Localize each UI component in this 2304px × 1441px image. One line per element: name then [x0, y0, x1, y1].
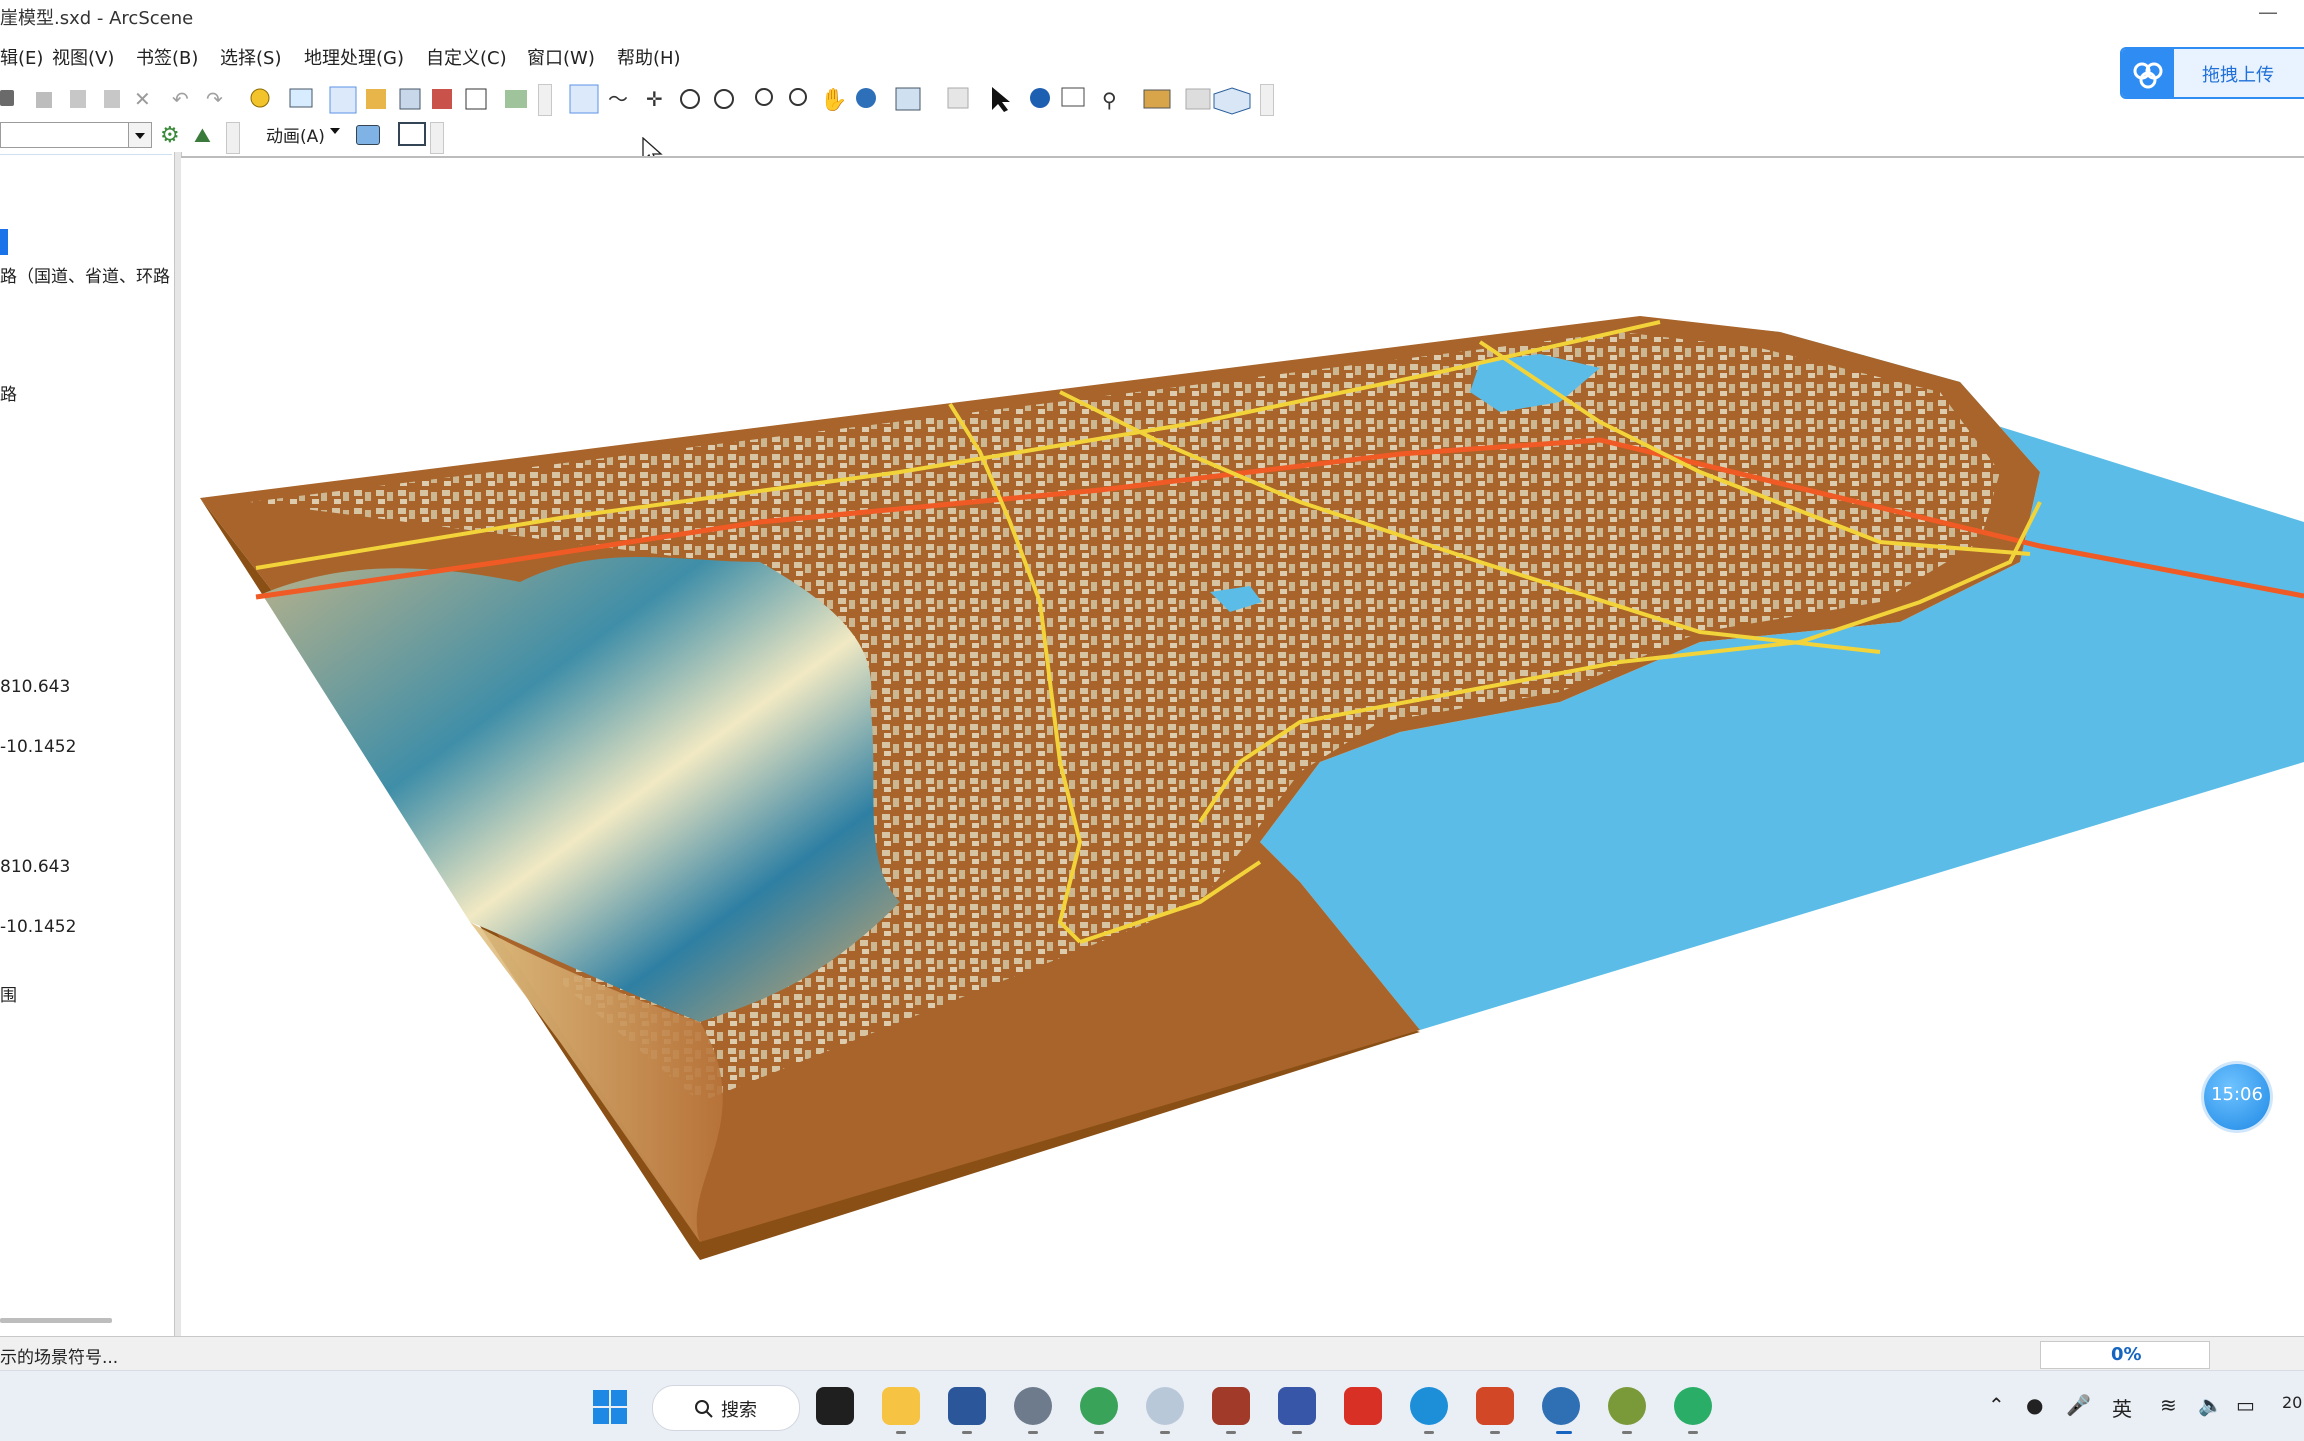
scene-3d-map[interactable]	[181, 158, 2304, 1338]
search-label: 搜索	[721, 1400, 757, 1421]
timer-text: 15:06	[2211, 1084, 2263, 1105]
globe-app-icon[interactable]	[1080, 1387, 1118, 1425]
running-indicator	[1424, 1431, 1434, 1434]
toc-horizontal-scrollbar[interactable]	[0, 1318, 112, 1323]
layer-road[interactable]: 路	[0, 380, 17, 405]
taskbar: 搜索 ⌃ ● 🎤 英 ≋ 🔈 ▭ 20	[0, 1370, 2304, 1441]
menu-customize[interactable]: 自定义(C)	[426, 44, 507, 70]
file-explorer-icon[interactable]	[882, 1387, 920, 1425]
wifi-icon[interactable]: ≋	[2160, 1393, 2177, 1417]
progress-indicator: 0%	[2040, 1341, 2210, 1369]
scene-view[interactable]	[181, 156, 2304, 1338]
chevron-up-icon[interactable]: ⌃	[1988, 1393, 2005, 1417]
wechat-icon[interactable]	[1674, 1387, 1712, 1425]
mountain-terrain	[262, 557, 900, 1022]
windows-start-icon[interactable]	[592, 1389, 628, 1425]
svg-text:✕: ✕	[134, 87, 151, 111]
table-of-contents-button[interactable]	[330, 85, 356, 111]
toolbar-overflow-icon[interactable]	[226, 122, 240, 154]
menu-selection[interactable]: 选择(S)	[220, 44, 281, 70]
menu-edit[interactable]: 辑(E)	[0, 44, 43, 70]
running-indicator	[1094, 1431, 1104, 1434]
search-icon	[695, 1400, 713, 1418]
running-indicator	[1226, 1431, 1236, 1434]
drag-upload-label: 拖拽上传	[2202, 65, 2274, 86]
status-message: 示的场景符号...	[0, 1348, 119, 1368]
status-bar: 示的场景符号... 0%	[0, 1336, 2304, 1371]
timer-bubble[interactable]: 15:06	[2204, 1064, 2270, 1130]
window-title: 崖模型.sxd - ArcScene	[0, 8, 194, 29]
app-icon[interactable]	[1278, 1387, 1316, 1425]
svg-text:⛰: ⛰	[194, 123, 211, 147]
cloud-logo-icon	[2122, 49, 2174, 97]
running-indicator	[1490, 1431, 1500, 1434]
menu-window[interactable]: 窗口(W)	[527, 44, 595, 70]
task-view-icon[interactable]	[816, 1387, 854, 1425]
pdf-icon[interactable]	[1344, 1387, 1382, 1425]
powerpoint-icon[interactable]	[1476, 1387, 1514, 1425]
legend-high-value: 810.643	[0, 677, 71, 697]
running-indicator	[896, 1431, 906, 1434]
animation-chevron-down-icon[interactable]	[330, 128, 340, 134]
clock-date[interactable]: 20	[2282, 1393, 2302, 1412]
svg-text:⚲: ⚲	[1102, 88, 1117, 112]
winrar-icon[interactable]	[1212, 1387, 1250, 1425]
viewer-window-icon[interactable]	[398, 122, 426, 146]
arcscene-icon[interactable]	[1542, 1387, 1580, 1425]
progress-percent: 0%	[2111, 1344, 2142, 1365]
battery-icon[interactable]: ▭	[2236, 1393, 2255, 1417]
layer-roads[interactable]: 路（国道、省道、环路	[0, 262, 170, 287]
drag-upload-button[interactable]: 拖拽上传	[2120, 47, 2304, 99]
app-icon[interactable]	[1146, 1387, 1184, 1425]
word-icon[interactable]	[948, 1387, 986, 1425]
legend-high-value: 810.643	[0, 857, 71, 877]
toolbar-overflow-icon[interactable]	[430, 122, 444, 154]
menu-view[interactable]: 视图(V)	[52, 44, 114, 70]
identify-button[interactable]	[1035, 83, 1061, 109]
menu-bar: 辑(E) 视图(V) 书签(B) 选择(S) 地理处理(G) 自定义(C) 窗口…	[0, 38, 2304, 72]
qq-icon[interactable]: ●	[2026, 1393, 2043, 1417]
svg-text:〜: 〜	[608, 87, 628, 111]
minimize-button[interactable]: —	[2258, 0, 2278, 24]
animation-menu[interactable]: 动画(A)	[266, 122, 325, 147]
camera-icon[interactable]	[356, 125, 380, 145]
running-indicator	[962, 1431, 972, 1434]
legend-low-value: -10.1452	[0, 737, 77, 757]
arcgis-icon[interactable]	[1608, 1387, 1646, 1425]
legend-low-value: -10.1452	[0, 917, 77, 937]
input-method-indicator[interactable]: 英	[2112, 1393, 2132, 1422]
combo-chevron-down-icon[interactable]	[128, 123, 151, 147]
menu-help[interactable]: 帮助(H)	[617, 44, 681, 70]
navigate-tool-button[interactable]	[570, 83, 596, 109]
standard-toolbar: ✕ ↶ ↷ 〜 ✛ ✋ ⚲	[0, 80, 1300, 116]
running-indicator	[1688, 1431, 1698, 1434]
microphone-icon[interactable]: 🎤	[2066, 1393, 2091, 1417]
edge-browser-icon[interactable]	[1410, 1387, 1448, 1425]
volume-icon[interactable]: 🔈	[2198, 1393, 2223, 1417]
svg-text:✛: ✛	[646, 87, 663, 111]
svg-text:✋: ✋	[820, 87, 847, 113]
taskbar-search[interactable]: 搜索	[652, 1385, 800, 1431]
layer-boundary[interactable]: 围	[0, 981, 17, 1006]
running-indicator	[1028, 1431, 1038, 1434]
menu-geoprocessing[interactable]: 地理处理(G)	[304, 44, 404, 70]
menu-bookmarks[interactable]: 书签(B)	[136, 44, 198, 70]
selected-layer-highlight[interactable]	[0, 229, 8, 255]
svg-text:⚙: ⚙	[160, 123, 180, 148]
title-bar: 崖模型.sxd - ArcScene —	[0, 0, 2304, 34]
toolbar-overflow-icon[interactable]	[1260, 84, 1274, 116]
running-indicator	[1292, 1431, 1302, 1434]
running-indicator	[1160, 1431, 1170, 1434]
svg-text:↶: ↶	[172, 87, 189, 111]
running-indicator	[1622, 1431, 1632, 1434]
table-of-contents: 路（国道、省道、环路 路 810.643 -10.1452 810.643 -1…	[0, 155, 175, 1335]
layer-combo[interactable]	[0, 122, 152, 148]
toolbar-overflow-icon[interactable]	[538, 84, 552, 116]
settings-gear-icon[interactable]	[1014, 1387, 1052, 1425]
svg-text:↷: ↷	[206, 87, 223, 111]
active-indicator	[1556, 1431, 1572, 1434]
